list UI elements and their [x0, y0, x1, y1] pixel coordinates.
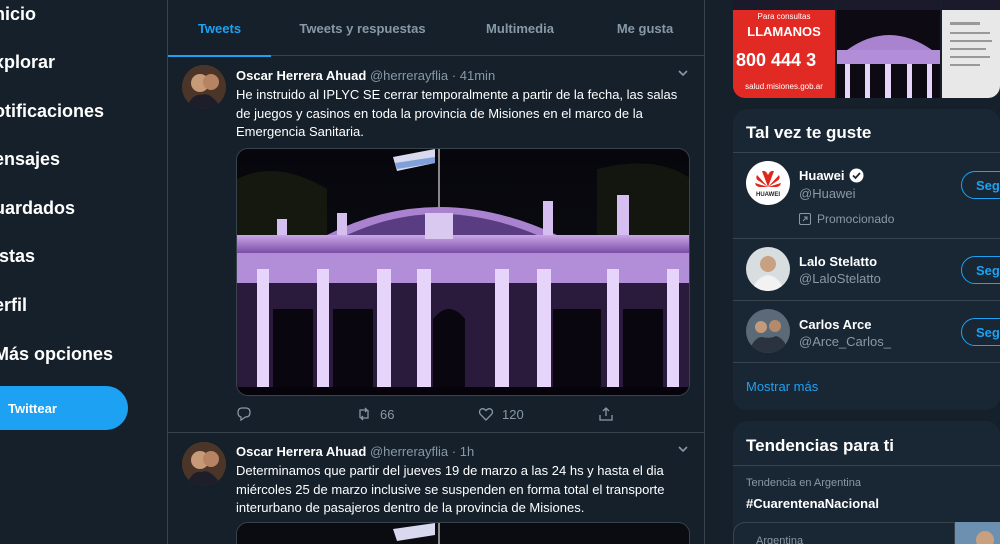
author-handle[interactable]: @herrerayflia: [370, 68, 448, 83]
like-count: 120: [502, 406, 524, 422]
nav-item-listas[interactable]: istas: [0, 246, 35, 267]
suggestion-handle[interactable]: @Arce_Carlos_: [799, 334, 891, 349]
divider: [733, 238, 1000, 239]
divider: [733, 362, 1000, 363]
panel-title: Tal vez te guste: [746, 123, 872, 142]
thumb-number: 800 444 3: [736, 50, 817, 70]
nav-item-perfil[interactable]: erfil: [0, 295, 27, 316]
who-to-follow-panel: Tal vez te guste HUAWEI Huawei @Huawei S…: [733, 109, 1000, 410]
share-button[interactable]: [598, 406, 614, 422]
avatar-photo: [182, 442, 226, 486]
panel-title: Tendencias para ti: [746, 436, 895, 455]
tweet-header: Oscar Herrera Ahuad @herrerayflia · 1h: [236, 444, 474, 459]
media-thumbnails: Para consultas LLAMANOS 800 444 3 salud.…: [733, 0, 1000, 98]
nav-item-mensajes[interactable]: ensajes: [0, 149, 60, 170]
timeline-column: Tweets Tweets y respuestas Multimedia Me…: [167, 0, 705, 544]
heart-icon: [478, 408, 494, 421]
avatar-photo: [746, 309, 790, 353]
trend-context: Argentina: [756, 535, 804, 544]
thumb-line2: LLAMANOS: [747, 24, 821, 39]
media-thumb-document[interactable]: [942, 0, 1000, 98]
huawei-logo: [746, 161, 790, 205]
tweet-text: Determinamos que partir del jueves 19 de…: [236, 463, 665, 515]
suggestion-handle[interactable]: @Huawei: [799, 186, 856, 201]
government-house-photo: [237, 149, 689, 395]
nav-item-explorar[interactable]: xplorar: [0, 52, 55, 73]
tab-tweets-y-respuestas[interactable]: Tweets y respuestas: [271, 0, 454, 56]
trends-panel: Tendencias para ti Tendencia en Argentin…: [733, 421, 1000, 544]
retweet-count: 66: [380, 406, 395, 422]
author-name[interactable]: Oscar Herrera Ahuad: [236, 68, 366, 83]
reply-icon: [237, 407, 251, 422]
tweet-time[interactable]: 1h: [460, 444, 474, 459]
trend-thumbnail[interactable]: [955, 522, 1000, 544]
verified-badge-icon: [849, 168, 864, 183]
suggestion-name-text: Huawei: [799, 168, 845, 183]
divider: [733, 465, 1000, 466]
trend-card[interactable]: Argentina: [733, 522, 955, 544]
suggestion-name[interactable]: Huawei: [799, 168, 864, 183]
avatar-logo-text: HUAWEI: [756, 192, 780, 198]
tweet-time[interactable]: 41min: [460, 68, 495, 83]
avatar[interactable]: [746, 309, 790, 353]
avatar-photo: [746, 247, 790, 291]
tweet-image[interactable]: [236, 522, 690, 544]
follow-button[interactable]: Seg: [961, 256, 1000, 284]
thumb-line1: Para consultas: [757, 12, 811, 21]
separator-dot: ·: [451, 444, 457, 459]
tweet-button[interactable]: Twittear: [0, 386, 128, 430]
author-name[interactable]: Oscar Herrera Ahuad: [236, 444, 366, 459]
tweet[interactable]: Oscar Herrera Ahuad @herrerayflia · 41mi…: [168, 57, 704, 433]
tweet-actions: 66 120: [236, 406, 636, 426]
avatar[interactable]: [746, 247, 790, 291]
trend-name[interactable]: #CuarentenaNacional: [746, 496, 879, 511]
avatar[interactable]: [182, 442, 226, 486]
retweet-button[interactable]: 66: [356, 406, 394, 422]
avatar[interactable]: HUAWEI: [746, 161, 790, 205]
promoted-text: Promocionado: [817, 212, 895, 226]
tab-multimedia[interactable]: Multimedia: [454, 0, 586, 56]
media-thumb-consultas[interactable]: Para consultas LLAMANOS 800 444 3 salud.…: [733, 0, 835, 98]
tweet[interactable]: Oscar Herrera Ahuad @herrerayflia · 1h D…: [168, 434, 704, 544]
thumb-url: salud.misiones.gob.ar: [745, 82, 823, 91]
suggestion-handle[interactable]: @LaloStelatto: [799, 271, 881, 286]
tweet-header: Oscar Herrera Ahuad @herrerayflia · 41mi…: [236, 68, 495, 83]
trend-context: Tendencia en Argentina: [746, 477, 861, 489]
chevron-down-icon[interactable]: [676, 66, 690, 80]
suggestion-name[interactable]: Carlos Arce: [799, 317, 872, 332]
divider: [733, 152, 1000, 153]
show-more-link[interactable]: Mostrar más: [746, 379, 818, 394]
right-sidebar: Para consultas LLAMANOS 800 444 3 salud.…: [733, 0, 1000, 544]
tweet-photo-preview: [237, 523, 689, 544]
nav-item-notificaciones[interactable]: otificaciones: [0, 101, 104, 122]
follow-button[interactable]: Seg: [961, 171, 1000, 199]
like-button[interactable]: 120: [478, 406, 524, 422]
nav-item-mas-opciones[interactable]: Más opciones: [0, 344, 113, 365]
reply-button[interactable]: [236, 406, 252, 422]
promoted-icon: [799, 213, 811, 225]
tweet-image[interactable]: [236, 148, 690, 396]
avatar-photo: [182, 65, 226, 109]
separator-dot: ·: [451, 68, 457, 83]
tab-tweets[interactable]: Tweets: [168, 0, 271, 57]
author-handle[interactable]: @herrerayflia: [370, 444, 448, 459]
promoted-label: Promocionado: [799, 212, 894, 226]
media-thumb-photo[interactable]: [837, 0, 940, 98]
divider: [733, 300, 1000, 301]
nav-item-inicio[interactable]: nicio: [0, 4, 36, 25]
nav-item-guardados[interactable]: uardados: [0, 198, 75, 219]
suggestion-name[interactable]: Lalo Stelatto: [799, 254, 877, 269]
left-nav: nicio xplorar otificaciones ensajes uard…: [0, 0, 167, 544]
tab-me-gusta[interactable]: Me gusta: [586, 0, 704, 56]
chevron-down-icon[interactable]: [676, 442, 690, 456]
share-icon: [599, 407, 613, 421]
avatar[interactable]: [182, 65, 226, 109]
tweet-text: He instruido al IPLYC SE cerrar temporal…: [236, 87, 678, 139]
follow-button[interactable]: Seg: [961, 318, 1000, 346]
retweet-icon: [359, 407, 369, 421]
profile-tabs: Tweets Tweets y respuestas Multimedia Me…: [168, 0, 704, 57]
